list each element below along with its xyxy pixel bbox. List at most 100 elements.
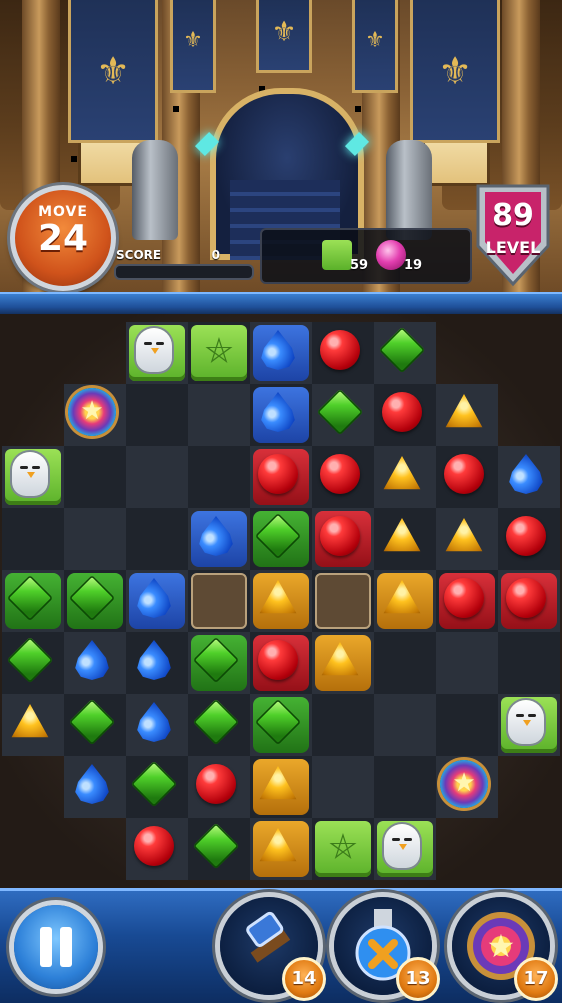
board-cell[interactable] [2, 446, 64, 508]
board-cell[interactable] [64, 384, 126, 446]
green-pentagram-block-icon [322, 240, 352, 270]
board-cell[interactable] [374, 384, 436, 446]
board-cell[interactable] [250, 446, 312, 508]
board-cell[interactable] [2, 694, 64, 756]
board-cell[interactable] [436, 446, 498, 508]
score-progress-bar [114, 264, 254, 280]
board-cell[interactable] [64, 570, 126, 632]
pause-icon [60, 927, 72, 967]
board-cell[interactable] [64, 756, 126, 818]
green-gem-icon [130, 760, 178, 808]
red-gem-icon [444, 578, 484, 618]
board-cell[interactable] [374, 570, 436, 632]
green-gem-icon [378, 326, 426, 374]
green-gem-icon [192, 822, 240, 870]
fleur-de-lis-icon: ⚜ [271, 15, 297, 48]
pause-button[interactable] [14, 905, 98, 989]
board-cell[interactable] [64, 694, 126, 756]
board-cell[interactable] [188, 694, 250, 756]
board-cell[interactable] [312, 322, 374, 384]
blue-gem-icon [75, 640, 109, 680]
board-cell[interactable] [64, 632, 126, 694]
board-cell[interactable] [126, 632, 188, 694]
board-cell[interactable] [498, 632, 560, 694]
owl-icon [136, 328, 172, 372]
board-cell[interactable] [312, 756, 374, 818]
board-cell[interactable] [188, 322, 250, 384]
potion-count-badge: 13 [396, 957, 440, 1001]
board-cell[interactable] [374, 694, 436, 756]
board-cell[interactable] [250, 694, 312, 756]
board-cell[interactable] [498, 694, 560, 756]
board-cell[interactable] [436, 384, 498, 446]
board-cell[interactable] [126, 694, 188, 756]
pink-gem-icon [376, 240, 406, 270]
magic-medal-booster[interactable]: ★ 17 [452, 897, 558, 1001]
board-cell[interactable] [188, 570, 250, 632]
board-cell[interactable] [250, 632, 312, 694]
red-gem-icon [320, 454, 360, 494]
fleur-de-lis-banner: ⚜ [170, 0, 216, 112]
board-cell[interactable] [126, 570, 188, 632]
board-cell[interactable] [312, 818, 374, 880]
board-cell[interactable] [312, 446, 374, 508]
board-cell[interactable] [126, 508, 188, 570]
green-gem-icon [192, 698, 240, 746]
board-cell[interactable] [64, 446, 126, 508]
board-cell[interactable] [250, 384, 312, 446]
board-cell[interactable] [188, 756, 250, 818]
board-cell[interactable] [2, 570, 64, 632]
board-cell[interactable] [2, 508, 64, 570]
board-cell[interactable] [250, 508, 312, 570]
board-cell[interactable] [312, 384, 374, 446]
move-counter-badge: MOVE 24 [10, 185, 116, 291]
board-cell[interactable] [374, 446, 436, 508]
green-gem-icon [68, 698, 116, 746]
board-cell[interactable] [374, 756, 436, 818]
owl-beak [523, 720, 531, 726]
owl-icon [508, 700, 544, 744]
board-cell[interactable] [374, 322, 436, 384]
move-count: 24 [37, 218, 89, 259]
board-cell[interactable] [250, 322, 312, 384]
board-cell[interactable] [374, 632, 436, 694]
board-cell[interactable] [312, 632, 374, 694]
board-cell[interactable] [436, 632, 498, 694]
board-cell[interactable] [498, 570, 560, 632]
board-cell[interactable] [2, 632, 64, 694]
board-cell[interactable] [498, 508, 560, 570]
board-cell[interactable] [188, 632, 250, 694]
booster-bar: 14 13 ★ 17 [0, 888, 562, 1003]
board-cell[interactable] [436, 508, 498, 570]
board-cell[interactable] [436, 570, 498, 632]
board-cell[interactable] [126, 384, 188, 446]
board-cell[interactable] [64, 508, 126, 570]
board-cell[interactable] [126, 818, 188, 880]
board-cell[interactable] [436, 756, 498, 818]
board-cell[interactable] [312, 508, 374, 570]
board-cell[interactable] [250, 570, 312, 632]
board-cell[interactable] [188, 384, 250, 446]
board-cell[interactable] [374, 818, 436, 880]
header-divider [0, 292, 562, 316]
board-cell[interactable] [188, 818, 250, 880]
red-gem-icon [506, 516, 546, 556]
score-label: SCORE [116, 248, 162, 262]
board-cell[interactable] [188, 446, 250, 508]
board-cell[interactable] [126, 446, 188, 508]
board-cell[interactable] [498, 446, 560, 508]
board-cell[interactable] [126, 322, 188, 384]
hammer-booster[interactable]: 14 [220, 897, 326, 1001]
medal-count-badge: 17 [514, 957, 558, 1001]
board-cell[interactable] [312, 570, 374, 632]
board-cell[interactable] [188, 508, 250, 570]
board-cell[interactable] [250, 756, 312, 818]
board-cell[interactable] [436, 694, 498, 756]
board-cell[interactable] [374, 508, 436, 570]
fleur-de-lis-banner: ⚜ [352, 0, 398, 112]
potion-booster[interactable]: 13 [334, 897, 440, 1001]
board-cell[interactable] [250, 818, 312, 880]
board-cell[interactable] [312, 694, 374, 756]
board-cell[interactable] [126, 756, 188, 818]
pentagram-block-icon [315, 821, 371, 877]
